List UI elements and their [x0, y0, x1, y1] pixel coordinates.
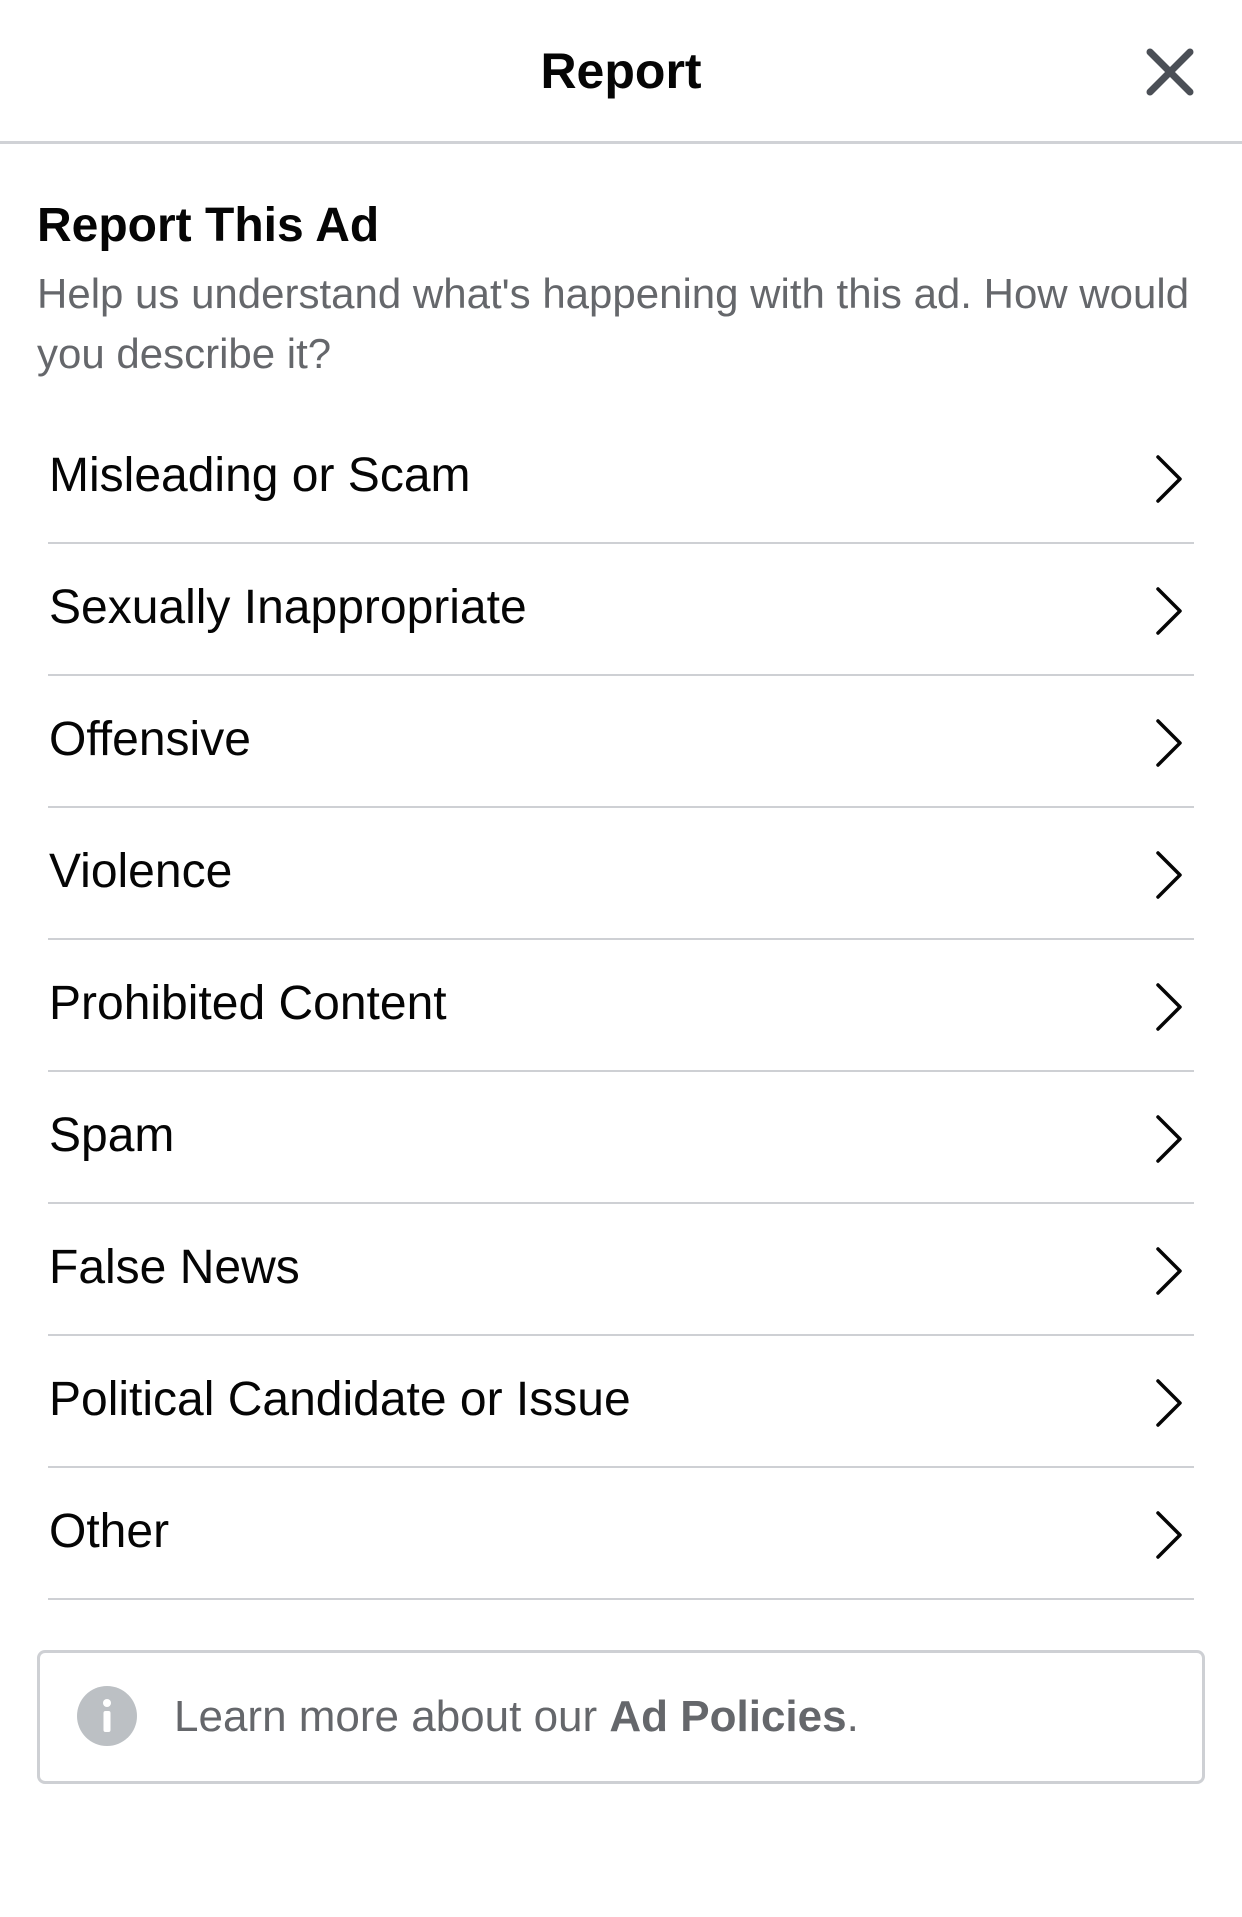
chevron-right-icon: [1154, 718, 1184, 768]
option-label: False News: [49, 1241, 300, 1294]
ad-policies-info-box: Learn more about our Ad Policies.: [37, 1650, 1205, 1784]
chevron-right-icon: [1154, 1510, 1184, 1560]
section-description: Help us understand what's happening with…: [37, 270, 1190, 377]
report-options-list: Misleading or Scam Sexually Inappropriat…: [48, 412, 1194, 1600]
option-label: Other: [49, 1505, 170, 1558]
option-violence[interactable]: Violence: [48, 808, 1194, 940]
intro-section: Report This Ad Help us understand what's…: [37, 196, 1205, 384]
chevron-right-icon: [1154, 586, 1184, 636]
chevron-right-icon: [1154, 454, 1184, 504]
option-label: Violence: [49, 845, 233, 898]
option-political-candidate-or-issue[interactable]: Political Candidate or Issue: [48, 1336, 1194, 1468]
option-label: Spam: [49, 1109, 175, 1162]
report-sheet: Report Report This Ad Help us understand…: [0, 0, 1242, 1917]
option-label: Sexually Inappropriate: [49, 581, 527, 634]
option-sexually-inappropriate[interactable]: Sexually Inappropriate: [48, 544, 1194, 676]
option-label: Political Candidate or Issue: [49, 1373, 631, 1426]
info-prefix: Learn more about our: [174, 1692, 610, 1741]
chevron-right-icon: [1154, 982, 1184, 1032]
option-spam[interactable]: Spam: [48, 1072, 1194, 1204]
option-label: Prohibited Content: [49, 977, 447, 1030]
ad-policies-link[interactable]: Ad Policies: [609, 1692, 846, 1741]
info-text: Learn more about our Ad Policies.: [174, 1687, 859, 1747]
chevron-right-icon: [1154, 1378, 1184, 1428]
info-suffix: .: [846, 1692, 859, 1741]
option-offensive[interactable]: Offensive: [48, 676, 1194, 808]
info-icon: [77, 1686, 137, 1746]
option-label: Misleading or Scam: [49, 449, 471, 502]
option-other[interactable]: Other: [48, 1468, 1194, 1600]
sheet-header: Report: [0, 0, 1242, 144]
section-title: Report This Ad: [37, 199, 380, 252]
chevron-right-icon: [1154, 850, 1184, 900]
close-icon: [1146, 48, 1194, 96]
close-button[interactable]: [1142, 44, 1198, 100]
option-false-news[interactable]: False News: [48, 1204, 1194, 1336]
chevron-right-icon: [1154, 1246, 1184, 1296]
option-label: Offensive: [49, 713, 251, 766]
option-prohibited-content[interactable]: Prohibited Content: [48, 940, 1194, 1072]
chevron-right-icon: [1154, 1114, 1184, 1164]
option-misleading-or-scam[interactable]: Misleading or Scam: [48, 412, 1194, 544]
sheet-title: Report: [540, 43, 702, 99]
